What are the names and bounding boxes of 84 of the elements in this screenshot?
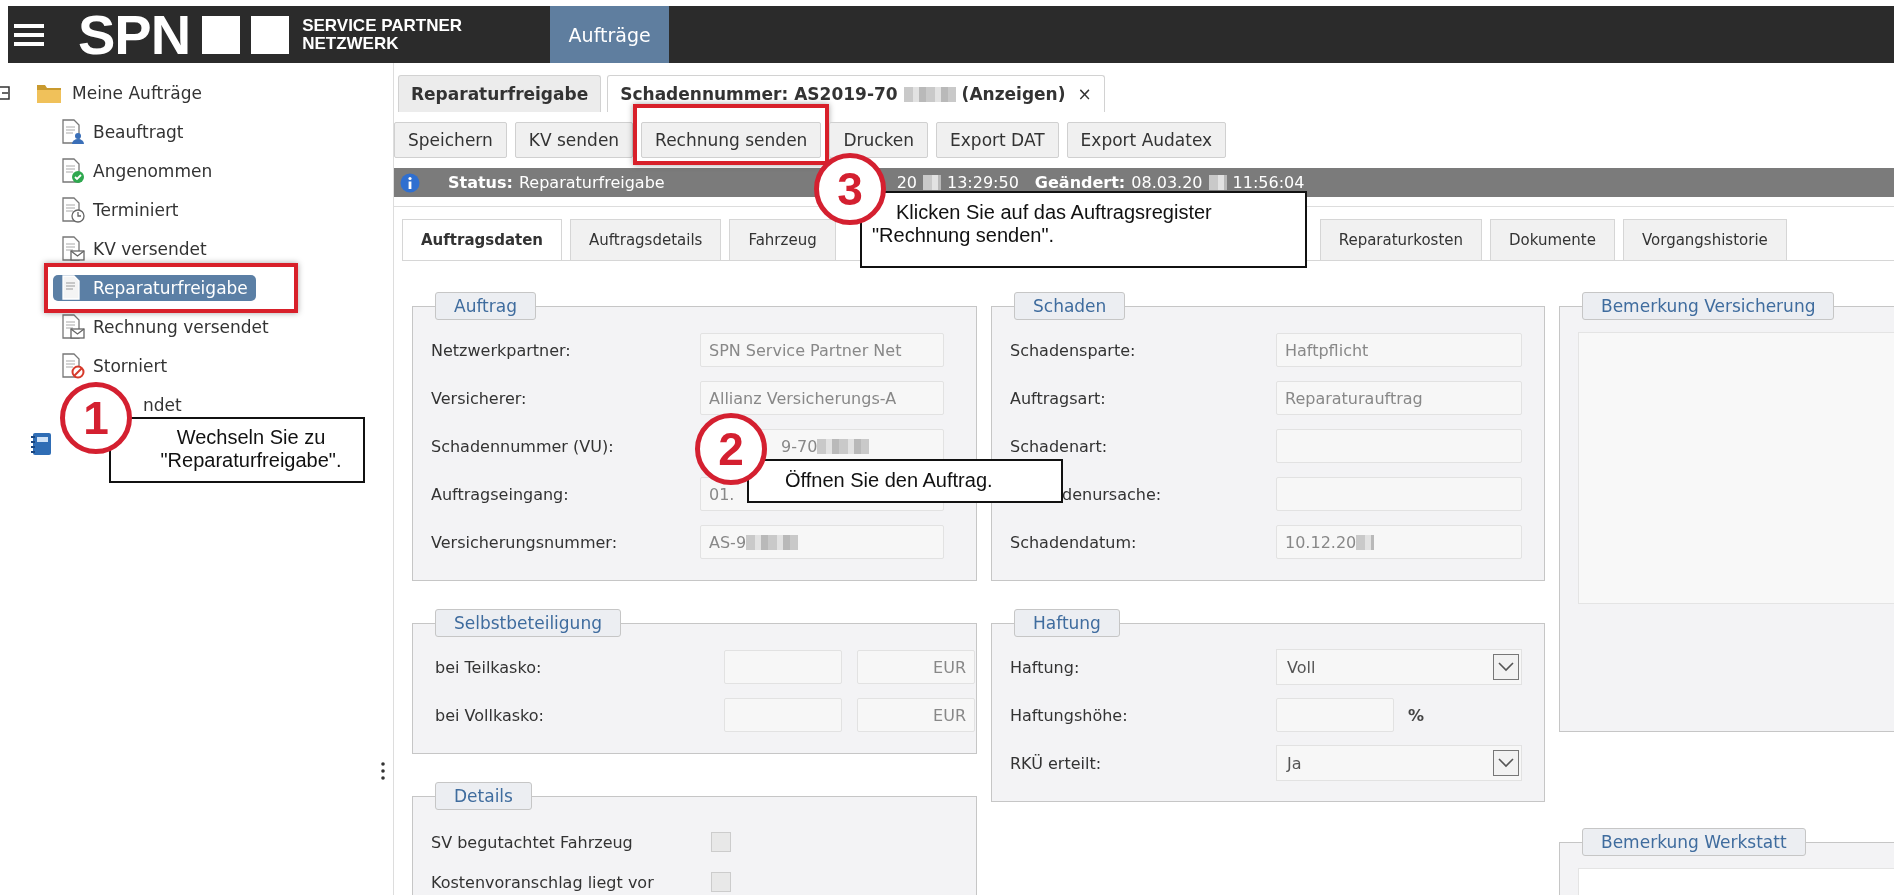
field-label: Schadensparte: (1010, 340, 1137, 360)
checkbox-label: SV begutachtet Fahrzeug (431, 832, 634, 852)
document-tab[interactable]: Schadennummer: AS2019-70 (620, 84, 898, 104)
checkbox[interactable] (711, 872, 731, 892)
field-label: Auftragsart: (1010, 388, 1107, 408)
callout-text: Wechseln Sie zu (176, 426, 326, 449)
logo-subtitle: SERVICE PARTNER (302, 16, 463, 35)
dropdown-caret-icon[interactable] (1493, 750, 1519, 776)
toolbar-button[interactable]: Export DAT (936, 122, 1059, 158)
unit-label: % (1408, 705, 1425, 725)
tab[interactable]: Auftragsdetails (570, 219, 722, 260)
dropdown-caret-icon[interactable] (1493, 654, 1519, 680)
status-time: 13:29:50 (947, 173, 1019, 192)
document-check-icon (61, 157, 85, 184)
field-label: Versicherungsnummer: (431, 532, 619, 552)
toolbar-button[interactable]: Rechnung senden (641, 122, 822, 158)
document-cancel-icon (61, 352, 85, 379)
tree-item[interactable]: Angenommen (53, 157, 221, 184)
step-marker-tooltip: 1 (60, 382, 132, 454)
drag-handle[interactable] (380, 761, 385, 781)
tab[interactable]: Fahrzeug (729, 219, 836, 260)
toolbar-button[interactable]: Speichern (394, 122, 507, 158)
collapse-icon[interactable] (0, 85, 10, 100)
checkbox[interactable] (711, 832, 731, 852)
field-label: Haftungshöhe: (1010, 705, 1129, 725)
field-label: bei Teilkasko: (435, 657, 543, 677)
field-label: Auftragseingang: (431, 484, 570, 504)
status-value: 08.03.20 (1131, 173, 1203, 192)
logo-squares-icon (202, 14, 291, 55)
dropdown[interactable]: Ja (1276, 745, 1522, 781)
status-label: Geändert: (1034, 173, 1126, 192)
callout-text: Klicken Sie auf das Auftragsregister (895, 201, 1213, 224)
field-label: Schadenart: (1010, 436, 1109, 456)
logo-subtitle: NETZWERK (302, 34, 400, 53)
group-title: Bemerkung Werkstatt (1582, 828, 1806, 856)
field-label: RKÜ erteilt: (1010, 753, 1103, 773)
group-title: Details (435, 782, 532, 810)
tree-item[interactable]: Storniert (53, 352, 176, 379)
toolbar-button[interactable]: Drucken (829, 122, 929, 158)
group-title: Bemerkung Versicherung (1582, 292, 1835, 320)
dropdown[interactable]: Voll (1276, 649, 1522, 685)
checkbox-label: Kostenvoranschlag liegt vor (431, 872, 655, 892)
field-label: denursache: (1061, 484, 1163, 504)
tab[interactable]: Dokumente (1490, 219, 1615, 260)
group-title: Auftrag (435, 292, 536, 320)
close-button[interactable]: × (1077, 84, 1092, 104)
tree-item[interactable]: KV versendet (53, 235, 215, 262)
status-value: Reparaturfreigabe (518, 173, 665, 192)
tab-suffix: (Anzeigen) (961, 84, 1066, 104)
document-clock-icon (61, 196, 85, 223)
status-value: 20 (896, 173, 917, 192)
group-title: Selbstbeteiligung (435, 609, 621, 637)
group-title: Haftung (1014, 609, 1120, 637)
field-label: Schadennummer (VU): (431, 436, 615, 456)
field-label: Netzwerkpartner: (431, 340, 572, 360)
callout-text: Öffnen Sie den Auftrag. (785, 469, 994, 492)
field-label: Versicherer: (431, 388, 528, 408)
callout-text: "Reparaturfreigabe". (160, 449, 342, 472)
tab[interactable]: Reparaturkosten (1319, 219, 1483, 260)
callout-text: "Rechnung senden". (872, 224, 1056, 247)
document-mail-icon (61, 235, 85, 262)
group-title: Schaden (1014, 292, 1126, 320)
tab[interactable]: Vorgangshistorie (1622, 219, 1787, 260)
tree-item-selected[interactable]: Reparaturfreigabe (53, 274, 256, 301)
menu-icon[interactable] (14, 22, 44, 47)
tree-item[interactable]: Beauftragt (53, 118, 192, 145)
toolbar-button[interactable]: Export Audatex (1066, 122, 1227, 158)
field-label: Schadendatum: (1010, 532, 1138, 552)
document-person-icon (61, 118, 85, 145)
tree-item[interactable]: Terminiert (53, 196, 187, 223)
field-label: Haftung: (1010, 657, 1081, 677)
info-icon (400, 172, 420, 193)
toolbar-button[interactable]: KV senden (514, 122, 634, 158)
status-label: Status: (448, 173, 513, 192)
tree-item[interactable]: ndet (141, 391, 190, 418)
tab[interactable]: Auftragsdaten (402, 219, 563, 260)
tree-item[interactable]: Rechnung versendet (53, 313, 277, 340)
tree-folder-item[interactable]: Meine Aufträge (72, 82, 202, 103)
notebook-icon[interactable] (30, 431, 52, 456)
field-label: bei Vollkasko: (435, 705, 545, 725)
nav-tab[interactable]: Aufträge (550, 6, 670, 63)
status-time: 11:56:04 (1232, 173, 1305, 192)
document-mail-icon (61, 313, 85, 340)
logo-text: SPN (78, 6, 191, 63)
